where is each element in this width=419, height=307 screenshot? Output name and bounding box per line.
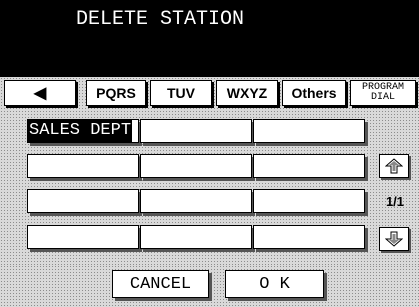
station-cell[interactable] [27,225,139,249]
tab-label: TUV [167,85,195,101]
tab-pqrs[interactable]: PQRS [86,80,146,106]
screen-title: DELETE STATION [76,8,245,31]
tab-label: WXYZ [226,85,268,101]
arrow-up-icon [385,158,403,174]
footer-bar [0,265,419,307]
station-cell[interactable] [27,189,139,213]
tab-wxyz[interactable]: WXYZ [216,80,278,106]
page-up-button[interactable] [379,154,409,178]
station-cell[interactable] [140,189,252,213]
cancel-button[interactable]: CANCEL [112,270,209,298]
station-cell[interactable] [253,225,365,249]
station-name: SALES DEPT [28,120,133,142]
ok-label: O K [259,274,290,294]
tab-program-dial[interactable]: PROGRAM DIAL [350,80,416,106]
triangle-left-icon: ◀ [33,85,47,102]
page-down-button[interactable] [379,227,409,251]
station-cell[interactable] [253,154,365,178]
tab-label: Others [291,85,337,101]
station-cell[interactable] [27,154,139,178]
station-cell[interactable] [253,119,365,143]
tab-tuv[interactable]: TUV [150,80,212,106]
station-cell[interactable] [140,119,252,143]
cancel-label: CANCEL [129,274,192,294]
station-cell[interactable] [253,189,365,213]
station-cell[interactable] [140,225,252,249]
back-button[interactable]: ◀ [4,80,76,106]
tab-others[interactable]: Others [282,80,346,106]
station-cell[interactable]: SALES DEPT [27,119,139,143]
title-bar: DELETE STATION [0,0,419,77]
ok-button[interactable]: O K [225,270,324,298]
arrow-down-icon [385,231,403,247]
station-cell[interactable] [140,154,252,178]
page-indicator: 1/1 [385,194,405,209]
tab-label: PQRS [96,85,136,101]
tab-label-line2: DIAL [370,92,395,103]
